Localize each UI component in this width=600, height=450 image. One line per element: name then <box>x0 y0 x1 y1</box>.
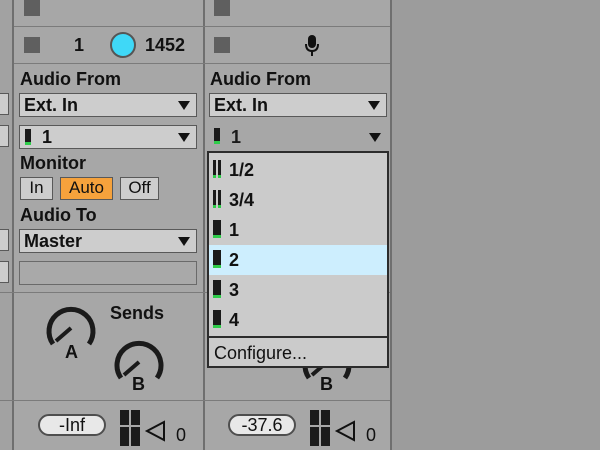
chevron-down-icon <box>178 237 190 246</box>
menu-item-label: 1/2 <box>229 160 255 180</box>
track-number: 1 <box>74 35 85 55</box>
menu-item-3[interactable]: 3 <box>209 275 387 305</box>
partial-dropdown[interactable] <box>0 229 9 251</box>
partial-dropdown[interactable] <box>0 93 9 115</box>
output-dropdown[interactable]: Master <box>19 229 197 253</box>
separator <box>0 400 390 401</box>
sends-label: Sends <box>110 303 165 323</box>
input-type-value: Ext. In <box>214 95 269 115</box>
audio-from-label: Audio From <box>210 69 311 89</box>
mono-channel-icon <box>213 250 221 268</box>
monitor-label: Monitor <box>20 153 86 173</box>
audio-from-label: Audio From <box>20 69 121 89</box>
menu-divider <box>209 336 387 338</box>
menu-item-label: Configure... <box>214 343 308 363</box>
mono-channel-icon <box>214 128 220 144</box>
send-b-label: B <box>132 374 145 394</box>
input-channel-dropdown[interactable]: 1 <box>19 125 197 149</box>
chevron-down-icon <box>368 101 380 110</box>
mono-channel-icon <box>213 310 221 328</box>
monitor-in-button[interactable]: In <box>20 177 53 200</box>
pan-value: 0 <box>366 425 377 445</box>
menu-item-label: 3/4 <box>229 190 255 210</box>
menu-item-label: 3 <box>229 280 240 300</box>
volume-display[interactable]: -37.6 <box>228 414 296 436</box>
monitor-off-button[interactable]: Off <box>120 177 159 200</box>
partial-dropdown[interactable] <box>0 125 9 147</box>
divider <box>390 0 392 450</box>
menu-item-3-4[interactable]: 3/4 <box>209 185 387 215</box>
output-sub-dropdown[interactable] <box>19 261 197 285</box>
partial-dropdown[interactable] <box>0 261 9 283</box>
microphone-icon <box>305 35 319 57</box>
menu-item-label: 2 <box>229 250 240 270</box>
menu-item-1-2[interactable]: 1/2 <box>209 155 387 185</box>
divider <box>12 0 14 450</box>
clip-stop-button[interactable] <box>24 37 40 53</box>
output-value: Master <box>24 231 83 251</box>
clip-slot-button[interactable] <box>24 0 40 16</box>
send-b-label: B <box>320 374 333 394</box>
monitor-auto-button[interactable]: Auto <box>60 177 113 200</box>
input-channel-menu: 1/2 3/4 1 2 3 4 Configure... <box>207 151 389 368</box>
audio-to-label: Audio To <box>20 205 97 225</box>
clip-stop-button[interactable] <box>214 37 230 53</box>
level-meter-icon <box>310 410 332 448</box>
menu-item-label: 1 <box>229 220 240 240</box>
volume-display[interactable]: -Inf <box>38 414 106 436</box>
input-type-dropdown[interactable]: Ext. In <box>209 93 387 117</box>
menu-item-4[interactable]: 4 <box>209 305 387 335</box>
send-a-label: A <box>65 342 78 362</box>
pan-value: 0 <box>176 425 187 445</box>
pan-arrow-icon <box>144 420 165 442</box>
stereo-channel-icon <box>213 190 216 208</box>
input-channel-value: 1 <box>231 127 242 147</box>
cyan-dot-indicator <box>110 32 136 58</box>
stereo-channel-icon <box>218 190 221 208</box>
input-type-dropdown[interactable]: Ext. In <box>19 93 197 117</box>
menu-item-2[interactable]: 2 <box>209 245 387 275</box>
track-value: 1452 <box>145 35 186 55</box>
stereo-channel-icon <box>218 160 221 178</box>
mono-channel-icon <box>213 220 221 238</box>
level-meter-icon <box>120 410 142 448</box>
input-channel-value: 1 <box>42 127 53 147</box>
separator <box>14 26 390 27</box>
menu-item-1[interactable]: 1 <box>209 215 387 245</box>
menu-item-configure[interactable]: Configure... <box>209 339 387 367</box>
separator <box>14 63 390 64</box>
input-type-value: Ext. In <box>24 95 79 115</box>
chevron-down-icon <box>178 101 190 110</box>
chevron-down-icon <box>369 133 381 142</box>
input-channel-dropdown-open[interactable]: 1 <box>209 125 387 149</box>
mono-channel-icon <box>213 280 221 298</box>
chevron-down-icon <box>178 133 190 142</box>
divider <box>203 0 205 450</box>
menu-item-label: 4 <box>229 310 240 330</box>
stereo-channel-icon <box>213 160 216 178</box>
left-partial-track <box>0 0 12 450</box>
pan-arrow-icon <box>334 420 355 442</box>
mono-channel-icon <box>25 129 31 145</box>
clip-slot-button[interactable] <box>214 0 230 16</box>
